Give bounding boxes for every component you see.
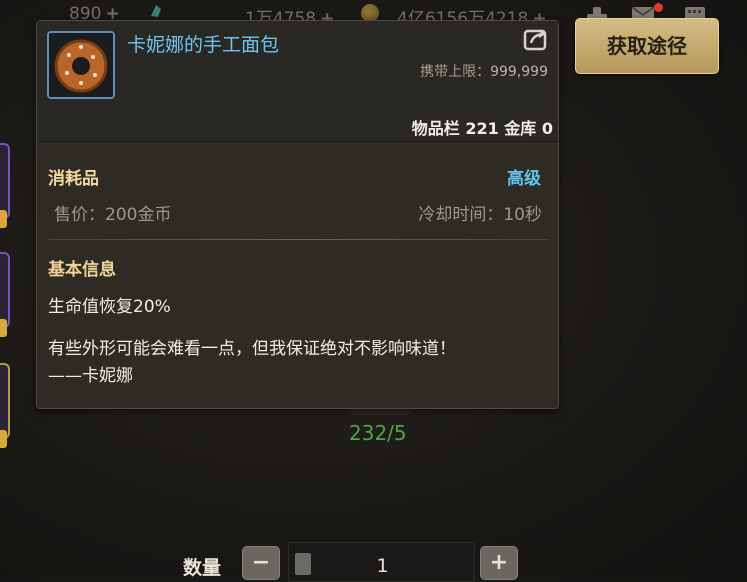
item-name: 卡妮娜的手工面包	[127, 34, 280, 56]
tooltip-header: 卡妮娜的手工面包 携带上限：999,999 物品栏 221 金库 0	[37, 21, 558, 142]
carry-limit-value: 999,999	[490, 64, 548, 80]
item-description: 有些外形可能会难看一点，但我保证绝对不影响味道！ ——卡妮娜	[48, 336, 456, 390]
description-line-1: 有些外形可能会难看一点，但我保证绝对不影响味道！	[48, 339, 456, 359]
section-divider	[48, 239, 548, 240]
sell-price: 售价：200金币	[54, 205, 172, 225]
basic-info-title: 基本信息	[48, 260, 116, 280]
inventory-counts: 物品栏 221 金库 0	[411, 119, 553, 138]
gem-icon	[151, 5, 161, 17]
get-path-button[interactable]: 获取途径	[575, 18, 719, 74]
quantity-decrease-button[interactable]: −	[242, 546, 280, 580]
bread-ring-icon	[49, 33, 113, 97]
side-slot-3-tab	[0, 430, 7, 448]
item-count: 232/5	[349, 421, 407, 445]
quantity-increase-button[interactable]: +	[480, 546, 518, 580]
side-slot-3[interactable]	[0, 363, 10, 439]
quantity-field[interactable]: 1	[288, 542, 475, 582]
description-line-2: ——卡妮娜	[48, 366, 133, 386]
item-grade: 高级	[507, 169, 541, 189]
carry-limit-label: 携带上限：	[420, 64, 491, 80]
side-slot-1-tab	[0, 210, 7, 228]
item-effect: 生命值恢复20%	[48, 297, 171, 317]
side-slot-1[interactable]	[0, 143, 10, 219]
side-slot-2-tab	[0, 319, 7, 337]
side-slot-2[interactable]	[0, 252, 10, 328]
item-icon-frame	[47, 31, 115, 99]
carry-limit: 携带上限：999,999	[420, 61, 548, 81]
quantity-value: 1	[376, 555, 389, 577]
share-icon[interactable]	[523, 27, 549, 51]
mail-notification-dot	[654, 3, 663, 12]
item-type: 消耗品	[48, 169, 99, 189]
item-tooltip: 卡妮娜的手工面包 携带上限：999,999 物品栏 221 金库 0 消耗品 高…	[36, 20, 559, 409]
cooldown-time: 冷却时间：10秒	[418, 205, 542, 225]
